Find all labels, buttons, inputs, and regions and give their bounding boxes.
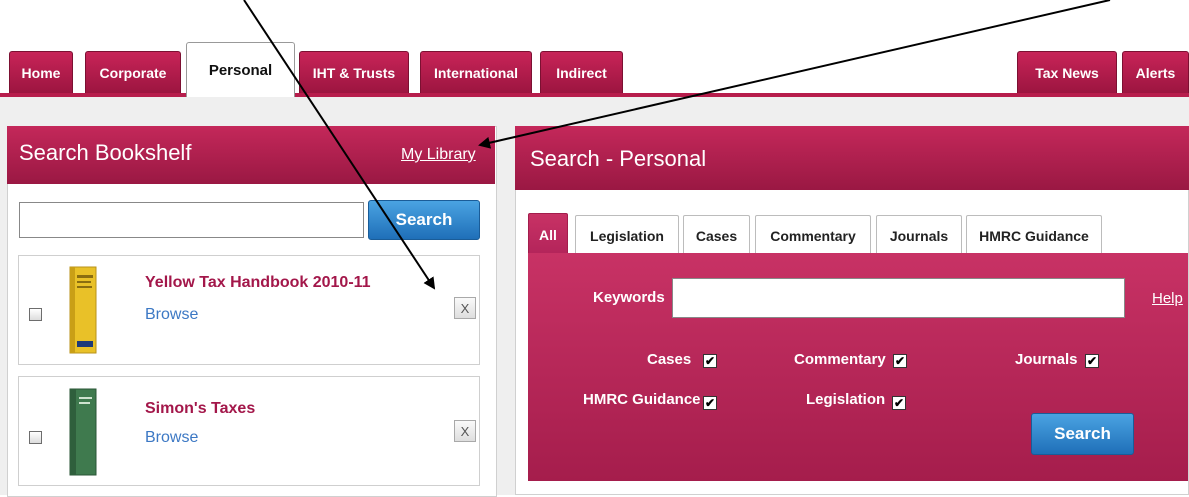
- book-cover-image: [66, 265, 100, 357]
- tab-indirect[interactable]: Indirect: [540, 51, 623, 93]
- tab-iht-trusts-label: IHT & Trusts: [312, 64, 396, 81]
- book-title-link[interactable]: Yellow Tax Handbook 2010-11: [145, 274, 371, 292]
- tab-tax-news-label: Tax News: [1035, 64, 1099, 81]
- book-card: Simon's Taxes Browse X: [18, 376, 480, 486]
- filter-commentary-label: Commentary: [794, 351, 886, 368]
- tab-personal-label: Personal: [208, 61, 273, 79]
- search-panel-header: Search - Personal: [515, 126, 1189, 190]
- my-library-link[interactable]: My Library: [401, 146, 476, 164]
- search-tab-journals-label: Journals: [889, 227, 949, 244]
- tab-home-label: Home: [21, 64, 61, 81]
- tab-corporate-label: Corporate: [99, 64, 167, 81]
- filter-cases-checkbox[interactable]: ✔: [703, 354, 717, 368]
- filter-hmrc-guidance-label: HMRC Guidance: [583, 391, 701, 408]
- book-title-link[interactable]: Simon's Taxes: [145, 400, 255, 418]
- book-select-checkbox[interactable]: [29, 431, 42, 444]
- tab-alerts[interactable]: Alerts: [1122, 51, 1189, 93]
- search-panel-title: Search - Personal: [530, 146, 707, 171]
- search-tab-all-label: All: [539, 226, 557, 243]
- book-card: Yellow Tax Handbook 2010-11 Browse X: [18, 255, 480, 365]
- bookshelf-search-button-label: Search: [395, 210, 453, 229]
- filter-commentary-checkbox[interactable]: ✔: [893, 354, 907, 368]
- book-select-checkbox[interactable]: [29, 308, 42, 321]
- tab-personal[interactable]: Personal: [186, 42, 295, 97]
- bookshelf-search-button[interactable]: Search: [368, 200, 480, 240]
- filter-journals-checkbox[interactable]: ✔: [1085, 354, 1099, 368]
- search-tab-legislation-label: Legislation: [590, 227, 664, 244]
- search-tab-legislation[interactable]: Legislation: [575, 215, 679, 255]
- tab-home[interactable]: Home: [9, 51, 73, 93]
- tab-tax-news[interactable]: Tax News: [1017, 51, 1117, 93]
- tab-corporate[interactable]: Corporate: [85, 51, 181, 93]
- search-submit-button-label: Search: [1054, 424, 1111, 443]
- bookshelf-header: Search Bookshelf My Library: [7, 126, 495, 184]
- search-tab-commentary[interactable]: Commentary: [755, 215, 871, 255]
- search-tab-cases[interactable]: Cases: [683, 215, 750, 255]
- remove-book-label: X: [460, 423, 470, 439]
- filter-cases-label: Cases: [647, 351, 692, 368]
- tabbar-baseline: [0, 93, 1189, 97]
- browse-link[interactable]: Browse: [145, 306, 198, 324]
- keywords-label: Keywords: [593, 289, 665, 306]
- tab-alerts-label: Alerts: [1135, 64, 1176, 81]
- filter-journals-label: Journals: [1015, 351, 1078, 368]
- search-submit-button[interactable]: Search: [1031, 413, 1134, 455]
- filter-legislation-checkbox[interactable]: ✔: [892, 396, 906, 410]
- book-cover-image: [66, 387, 100, 479]
- search-tab-all[interactable]: All: [528, 213, 568, 255]
- remove-book-button[interactable]: X: [454, 420, 476, 442]
- filter-legislation-label: Legislation: [806, 391, 886, 408]
- tab-iht-trusts[interactable]: IHT & Trusts: [299, 51, 409, 93]
- tab-international-label: International: [433, 64, 518, 81]
- search-tab-hmrc-guidance-label: HMRC Guidance: [979, 227, 1089, 244]
- help-link[interactable]: Help: [1152, 290, 1183, 307]
- bookshelf-search-input[interactable]: [19, 202, 364, 238]
- search-tab-journals[interactable]: Journals: [876, 215, 962, 255]
- search-tab-commentary-label: Commentary: [770, 227, 856, 244]
- remove-book-label: X: [460, 300, 470, 316]
- keywords-input[interactable]: [672, 278, 1125, 318]
- search-tab-hmrc-guidance[interactable]: HMRC Guidance: [966, 215, 1102, 255]
- search-tab-cases-label: Cases: [695, 227, 738, 244]
- browse-link[interactable]: Browse: [145, 429, 198, 447]
- bookshelf-title: Search Bookshelf: [19, 140, 192, 165]
- tab-indirect-label: Indirect: [556, 64, 607, 81]
- remove-book-button[interactable]: X: [454, 297, 476, 319]
- filter-hmrc-guidance-checkbox[interactable]: ✔: [703, 396, 717, 410]
- tab-international[interactable]: International: [420, 51, 532, 93]
